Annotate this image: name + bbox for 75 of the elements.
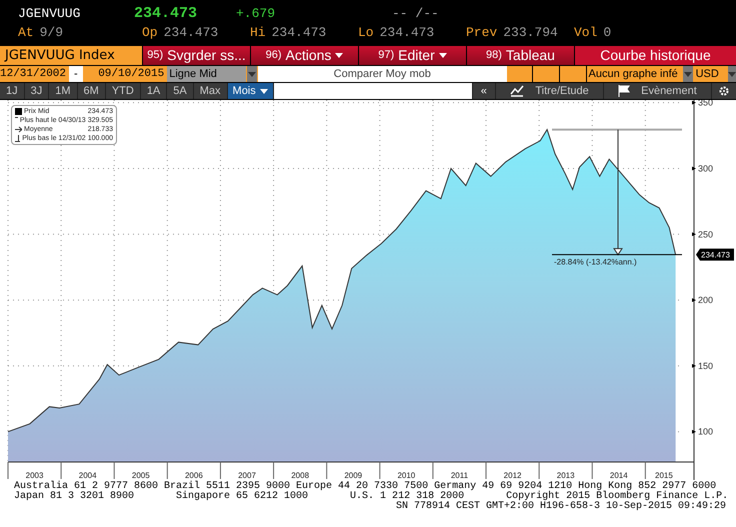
x-tick-label: 2015	[655, 471, 673, 480]
page-title: Courbe historique	[575, 46, 736, 65]
square-icon	[15, 108, 22, 115]
x-tick-label: 2004	[78, 471, 97, 480]
caret-icon	[684, 72, 692, 76]
compare-field[interactable]: Comparer Moy mob	[258, 66, 507, 82]
caret-icon	[260, 88, 268, 94]
stat-label: Hi	[250, 24, 266, 42]
y-tick-label: 100	[698, 426, 714, 437]
stat-value: 234.473	[272, 24, 326, 42]
period-tab[interactable]: YTD	[106, 83, 140, 99]
period-tab[interactable]: 1A	[140, 83, 166, 99]
footer-line: SN 778914 CEST GMT+2:00 H196-658-3 10-Sep-2015 09:49:29	[394, 502, 727, 512]
x-tick-label: 2013	[556, 471, 575, 480]
stat-value: 233.794	[503, 24, 558, 42]
caret-icon	[438, 53, 447, 58]
x-tick-label: 2005	[132, 471, 150, 480]
price-change: +.679	[236, 5, 276, 23]
ticker: JGENVUUG	[18, 5, 82, 23]
period-tab[interactable]: 5A	[167, 83, 193, 99]
period-tab[interactable]: 1M	[49, 83, 77, 99]
menu-button[interactable]: 96) Actions	[251, 46, 358, 65]
date-separator: -	[69, 66, 83, 82]
x-tick-label: 2008	[291, 471, 310, 480]
x-tick-label: 2009	[344, 471, 362, 480]
stat-label: Prev	[466, 24, 498, 42]
stat-label: At	[18, 24, 34, 42]
y-tick-label: 150	[698, 360, 714, 371]
collapse-button[interactable]: «	[472, 83, 495, 99]
caret-icon	[335, 53, 344, 58]
period-tab[interactable]: Max	[194, 83, 227, 99]
period-tab[interactable]: 6M	[78, 83, 105, 99]
flag-icon	[618, 85, 630, 97]
average-marker-icon	[15, 126, 22, 133]
time-range: -- /--	[392, 5, 439, 23]
x-tick-label: 2014	[610, 471, 628, 480]
x-tick-label: 2010	[397, 471, 416, 480]
x-tick-label: 2012	[504, 471, 522, 480]
y-tick-label: 300	[698, 163, 714, 174]
caret-icon	[728, 72, 736, 76]
stat-value: 234.473	[164, 24, 218, 42]
stat-value: 0	[603, 24, 612, 42]
stat-value: 9/9	[40, 24, 64, 42]
menu-button[interactable]: 95) Svgrder ss...	[143, 46, 250, 65]
line-chart-icon	[510, 85, 524, 97]
menu-button[interactable]: 97) Editer	[359, 46, 466, 65]
x-tick-label: 2007	[238, 471, 256, 480]
settings-icon	[718, 85, 730, 97]
x-tick-label: 2006	[185, 471, 203, 480]
x-tick-label: 2011	[450, 471, 468, 480]
low-marker-icon	[15, 135, 20, 142]
input-field[interactable]	[274, 83, 472, 99]
x-tick-label: 2003	[26, 471, 44, 480]
settings-button[interactable]	[712, 83, 736, 99]
period-tab[interactable]: 3J	[24, 83, 48, 99]
last-price: 234.473	[134, 4, 198, 23]
line-type-dropdown[interactable]: Ligne Mid	[167, 66, 246, 82]
caret-icon	[248, 72, 256, 76]
period-tab[interactable]: Mois	[228, 83, 273, 99]
period-tab[interactable]: 1J	[0, 83, 24, 99]
y-tick-label: 250	[698, 229, 714, 240]
security-field[interactable]: JGENVUUG Index	[0, 46, 142, 65]
stat-value: 234.473	[380, 24, 434, 42]
footer-line: Australia 61 2 9777 8600 Brazil 5511 2395 9000 Europe 44 20 7330 7500 Germany 49 69 9204 1210 Hong Kong 852 2977 6000	[14, 482, 716, 492]
tool-button[interactable]: Evènement	[604, 83, 711, 99]
stat-label: Vol	[574, 24, 598, 42]
menu-button[interactable]: 98) Tableau	[467, 46, 574, 65]
stat-label: Op	[142, 24, 158, 42]
tool-button[interactable]: Titre/Etude	[496, 83, 603, 99]
drop-label: -28.84% (-13.42%ann.)	[554, 258, 637, 267]
last-value-tag: 234.473	[696, 248, 734, 261]
footer-line: Japan 81 3 3201 8900 Singapore 65 6212 1000 U.S. 1 212 318 2000 Copyright 2015 Bloomberg Finance L.P.	[14, 492, 730, 502]
currency-dropdown[interactable]: USD	[694, 66, 727, 82]
stat-label: Lo	[358, 24, 374, 42]
y-tick-label: 200	[698, 295, 714, 306]
